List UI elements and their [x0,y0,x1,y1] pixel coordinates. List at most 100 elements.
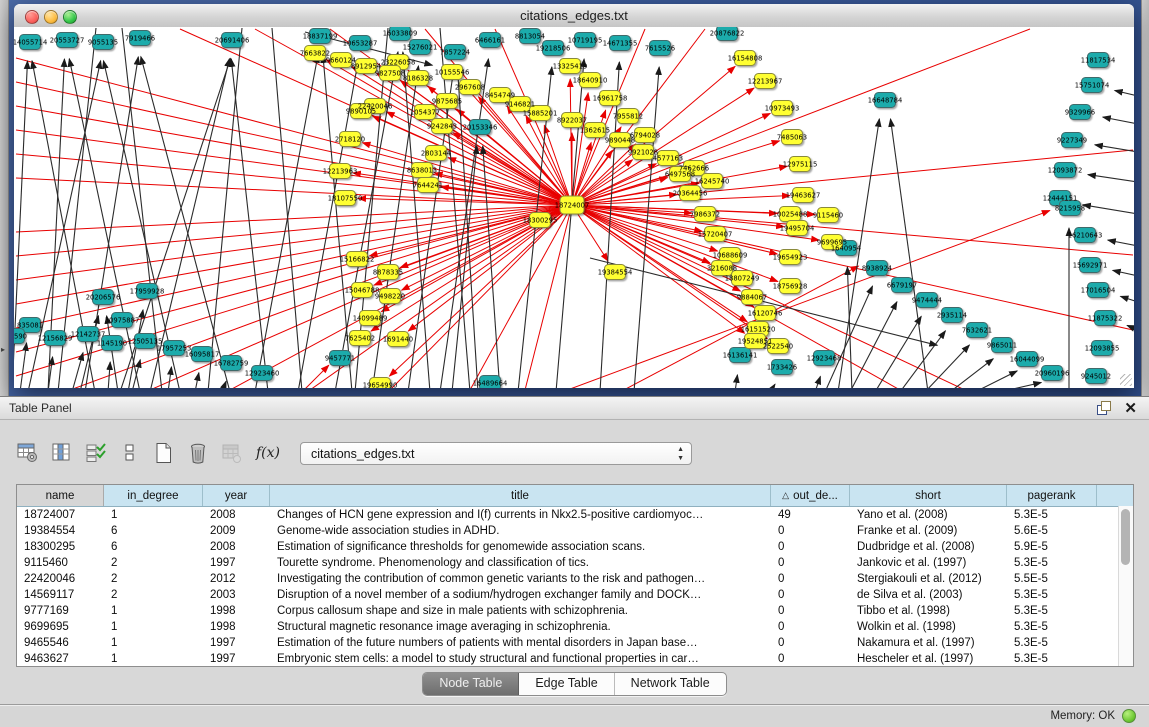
tab-network-table[interactable]: Network Table [615,673,726,695]
show-columns-icon[interactable] [48,439,76,467]
table-cell[interactable]: 5.3E-5 [1007,603,1097,619]
column-header-year[interactable]: year [203,485,270,506]
table-row[interactable]: 977716911998Corpus callosum shape and si… [17,603,1133,619]
table-cell[interactable]: Jankovic et al. (1997) [850,555,1007,571]
table-cell[interactable]: 0 [771,603,850,619]
left-panel-edge[interactable]: ▸ [0,0,9,396]
table-cell[interactable]: 5.5E-5 [1007,571,1097,587]
table-row[interactable]: 946554611997Estimation of the future num… [17,635,1133,651]
column-header-title[interactable]: title [270,485,771,506]
table-cell[interactable]: 2003 [203,587,270,603]
citation-network-graph[interactable]: 1405571420553727905513579194662069140618… [14,27,1134,388]
column-header-pagerank[interactable]: pagerank [1007,485,1097,506]
table-cell[interactable]: 5.6E-5 [1007,523,1097,539]
window-resize-grip[interactable] [1120,374,1132,386]
table-cell[interactable]: 2009 [203,523,270,539]
table-cell[interactable]: 22420046 [17,571,104,587]
table-cell[interactable]: Tourette syndrome. Phenomenology and cla… [270,555,771,571]
table-cell[interactable]: 0 [771,539,850,555]
table-cell[interactable]: Corpus callosum shape and size in male p… [270,603,771,619]
column-header-in_degree[interactable]: in_degree [104,485,203,506]
close-panel-icon[interactable]: ✕ [1124,399,1137,417]
table-cell[interactable]: Tibbo et al. (1998) [850,603,1007,619]
column-header-name[interactable]: name [17,485,104,506]
table-cell[interactable]: Investigating the contribution of common… [270,571,771,587]
table-cell[interactable]: 1 [104,507,203,523]
table-cell[interactable]: 0 [771,651,850,667]
table-cell[interactable]: Embryonic stem cells: a model to study s… [270,651,771,667]
table-cell[interactable]: 9777169 [17,603,104,619]
delete-table-icon[interactable] [184,439,212,467]
table-cell[interactable]: 1997 [203,635,270,651]
table-cell[interactable]: 5.3E-5 [1007,635,1097,651]
float-panel-icon[interactable] [1097,401,1111,415]
table-cell[interactable]: Estimation of the future numbers of pati… [270,635,771,651]
table-cell[interactable]: 9115460 [17,555,104,571]
table-row[interactable]: 946362711997Embryonic stem cells: a mode… [17,651,1133,667]
table-cell[interactable]: 1998 [203,603,270,619]
table-cell[interactable]: 2 [104,571,203,587]
table-cell[interactable]: 2008 [203,539,270,555]
table-cell[interactable]: 0 [771,523,850,539]
select-rows-icon[interactable] [82,439,110,467]
table-cell[interactable]: Genome-wide association studies in ADHD. [270,523,771,539]
network-canvas[interactable]: 1405571420553727905513579194662069140618… [14,27,1134,388]
table-cell[interactable]: 1 [104,619,203,635]
column-header-short[interactable]: short [850,485,1007,506]
table-cell[interactable]: 0 [771,571,850,587]
table-cell[interactable]: 2012 [203,571,270,587]
table-row[interactable]: 1872400712008Changes of HCN gene express… [17,507,1133,523]
table-cell[interactable]: 9463627 [17,651,104,667]
table-cell[interactable]: de Silva et al. (2003) [850,587,1007,603]
table-cell[interactable]: 18724007 [17,507,104,523]
table-cell[interactable]: Structural magnetic resonance image aver… [270,619,771,635]
memory-ok-indicator[interactable] [1122,709,1136,723]
table-cell[interactable]: 0 [771,635,850,651]
table-row[interactable]: 1456911722003Disruption of a novel membe… [17,587,1133,603]
table-cell[interactable]: 1997 [203,555,270,571]
table-cell[interactable]: 2008 [203,507,270,523]
table-cell[interactable]: Changes of HCN gene expression and I(f) … [270,507,771,523]
table-row[interactable]: 911546021997Tourette syndrome. Phenomeno… [17,555,1133,571]
table-row[interactable]: 1938455462009Genome-wide association stu… [17,523,1133,539]
table-cell[interactable]: 9699695 [17,619,104,635]
tab-node-table[interactable]: Node Table [423,673,519,695]
table-cell[interactable]: 49 [771,507,850,523]
table-cell[interactable]: Disruption of a novel member of a sodium… [270,587,771,603]
window-titlebar[interactable]: citations_edges.txt [14,4,1134,28]
table-cell[interactable]: 1 [104,651,203,667]
right-panel-edge[interactable] [1141,0,1149,396]
table-cell[interactable]: 14569117 [17,587,104,603]
table-cell[interactable]: 0 [771,619,850,635]
table-vertical-scrollbar[interactable] [1118,506,1133,666]
table-cell[interactable]: 9465546 [17,635,104,651]
table-cell[interactable]: 1 [104,603,203,619]
table-cell[interactable]: 19384554 [17,523,104,539]
table-cell[interactable]: 18300295 [17,539,104,555]
table-cell[interactable]: Franke et al. (2009) [850,523,1007,539]
table-cell[interactable]: Stergiakouli et al. (2012) [850,571,1007,587]
table-row[interactable]: 969969511998Structural magnetic resonanc… [17,619,1133,635]
panel-collapse-arrow-icon[interactable]: ▸ [1,345,5,354]
function-builder-icon[interactable]: f(x) [254,439,282,467]
table-row[interactable]: 2242004622012Investigating the contribut… [17,571,1133,587]
table-cell[interactable]: 6 [104,523,203,539]
table-cell[interactable]: 5.9E-5 [1007,539,1097,555]
table-row[interactable]: 1830029562008Estimation of significance … [17,539,1133,555]
table-cell[interactable]: 5.3E-5 [1007,619,1097,635]
table-cell[interactable]: 5.3E-5 [1007,651,1097,667]
table-settings-icon[interactable] [14,439,42,467]
table-cell[interactable]: 5.3E-5 [1007,555,1097,571]
table-cell[interactable]: 1998 [203,619,270,635]
row-height-icon[interactable] [116,439,144,467]
table-cell[interactable]: Nakamura et al. (1997) [850,635,1007,651]
table-cell[interactable]: 0 [771,555,850,571]
table-cell[interactable]: Estimation of significance thresholds fo… [270,539,771,555]
table-cell[interactable]: 2 [104,587,203,603]
table-cell[interactable]: 1 [104,635,203,651]
table-cell[interactable]: 5.3E-5 [1007,507,1097,523]
column-header-out_de[interactable]: △out_de... [771,485,850,506]
table-cell[interactable]: Yano et al. (2008) [850,507,1007,523]
table-cell[interactable]: 5.3E-5 [1007,587,1097,603]
table-cell[interactable]: Hescheler et al. (1997) [850,651,1007,667]
